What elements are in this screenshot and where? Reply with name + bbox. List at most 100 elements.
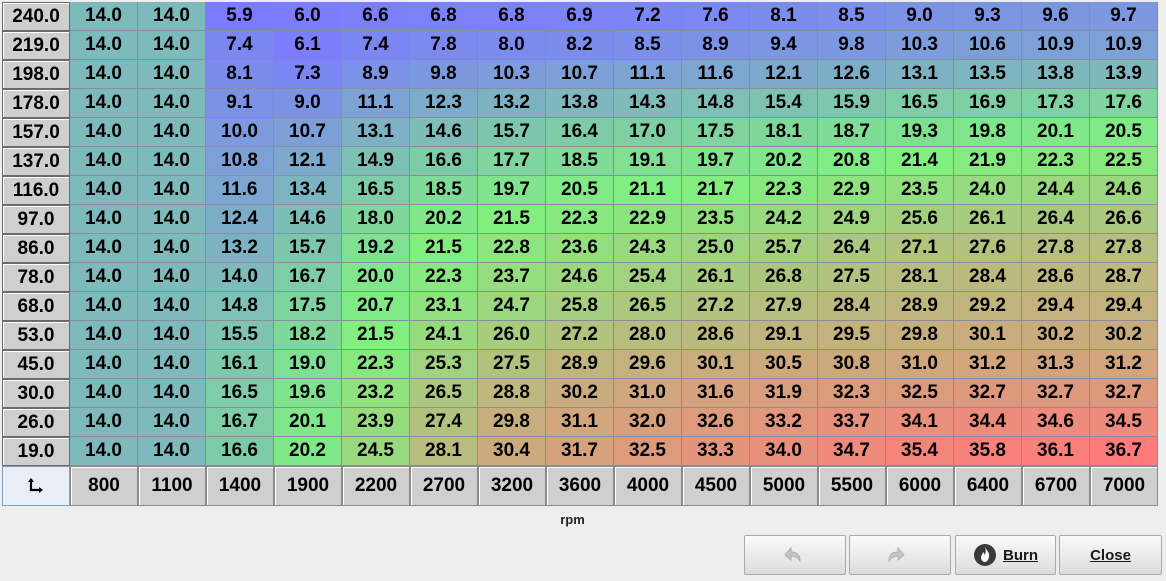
table-cell[interactable]: 31.6	[682, 379, 750, 408]
table-cell[interactable]: 13.1	[342, 118, 410, 147]
table-cell[interactable]: 32.7	[1022, 379, 1090, 408]
x-axis-header[interactable]: 3600	[546, 466, 614, 506]
table-cell[interactable]: 32.7	[1090, 379, 1158, 408]
table-cell[interactable]: 14.0	[70, 176, 138, 205]
y-axis-header[interactable]: 53.0	[2, 321, 70, 350]
table-cell[interactable]: 18.1	[750, 118, 818, 147]
table-cell[interactable]: 28.4	[954, 263, 1022, 292]
table-cell[interactable]: 29.2	[954, 292, 1022, 321]
table-cell[interactable]: 29.5	[818, 321, 886, 350]
table-cell[interactable]: 10.3	[886, 31, 954, 60]
table-cell[interactable]: 14.8	[682, 89, 750, 118]
table-cell[interactable]: 24.6	[1090, 176, 1158, 205]
table-cell[interactable]: 14.0	[70, 350, 138, 379]
table-cell[interactable]: 13.8	[1022, 60, 1090, 89]
table-cell[interactable]: 6.1	[274, 31, 342, 60]
table-cell[interactable]: 31.0	[614, 379, 682, 408]
table-cell[interactable]: 14.0	[70, 437, 138, 466]
table-cell[interactable]: 16.4	[546, 118, 614, 147]
table-cell[interactable]: 12.1	[274, 147, 342, 176]
y-axis-header[interactable]: 157.0	[2, 118, 70, 147]
table-cell[interactable]: 9.4	[750, 31, 818, 60]
table-cell[interactable]: 31.9	[750, 379, 818, 408]
table-cell[interactable]: 14.0	[70, 379, 138, 408]
table-cell[interactable]: 9.8	[818, 31, 886, 60]
table-cell[interactable]: 22.9	[818, 176, 886, 205]
table-cell[interactable]: 34.1	[886, 408, 954, 437]
table-cell[interactable]: 11.1	[342, 89, 410, 118]
table-cell[interactable]: 12.3	[410, 89, 478, 118]
table-cell[interactable]: 36.7	[1090, 437, 1158, 466]
x-axis-header[interactable]: 4000	[614, 466, 682, 506]
close-button[interactable]: Close	[1059, 535, 1162, 575]
table-cell[interactable]: 34.5	[1090, 408, 1158, 437]
table-cell[interactable]: 27.1	[886, 234, 954, 263]
undo-button[interactable]	[744, 535, 846, 575]
y-axis-header[interactable]: 19.0	[2, 437, 70, 466]
table-cell[interactable]: 27.2	[682, 292, 750, 321]
table-cell[interactable]: 18.5	[546, 147, 614, 176]
table-cell[interactable]: 14.0	[70, 205, 138, 234]
table-cell[interactable]: 28.1	[886, 263, 954, 292]
table-cell[interactable]: 32.0	[614, 408, 682, 437]
table-cell[interactable]: 10.6	[954, 31, 1022, 60]
x-axis-header[interactable]: 800	[70, 466, 138, 506]
table-cell[interactable]: 14.0	[70, 89, 138, 118]
table-cell[interactable]: 14.0	[138, 263, 206, 292]
table-cell[interactable]: 14.0	[138, 321, 206, 350]
table-cell[interactable]: 13.4	[274, 176, 342, 205]
table-cell[interactable]: 20.1	[274, 408, 342, 437]
table-cell[interactable]: 24.3	[614, 234, 682, 263]
table-cell[interactable]: 22.3	[410, 263, 478, 292]
table-cell[interactable]: 26.8	[750, 263, 818, 292]
table-cell[interactable]: 23.1	[410, 292, 478, 321]
table-cell[interactable]: 14.0	[206, 263, 274, 292]
y-axis-header[interactable]: 178.0	[2, 89, 70, 118]
table-cell[interactable]: 33.3	[682, 437, 750, 466]
x-axis-header[interactable]: 1900	[274, 466, 342, 506]
table-cell[interactable]: 24.7	[478, 292, 546, 321]
table-cell[interactable]: 15.4	[750, 89, 818, 118]
x-axis-header[interactable]: 5000	[750, 466, 818, 506]
table-cell[interactable]: 14.3	[614, 89, 682, 118]
table-cell[interactable]: 14.0	[70, 321, 138, 350]
table-cell[interactable]: 17.6	[1090, 89, 1158, 118]
y-axis-header[interactable]: 240.0	[2, 2, 70, 31]
table-cell[interactable]: 26.5	[614, 292, 682, 321]
table-cell[interactable]: 26.5	[410, 379, 478, 408]
table-cell[interactable]: 29.6	[614, 350, 682, 379]
table-cell[interactable]: 14.0	[138, 234, 206, 263]
table-cell[interactable]: 12.6	[818, 60, 886, 89]
table-cell[interactable]: 14.9	[342, 147, 410, 176]
table-cell[interactable]: 20.2	[410, 205, 478, 234]
y-axis-header[interactable]: 219.0	[2, 31, 70, 60]
table-cell[interactable]: 34.6	[1022, 408, 1090, 437]
table-cell[interactable]: 14.0	[70, 60, 138, 89]
table-cell[interactable]: 14.0	[70, 292, 138, 321]
table-cell[interactable]: 13.2	[478, 89, 546, 118]
table-cell[interactable]: 25.8	[546, 292, 614, 321]
table-cell[interactable]: 31.7	[546, 437, 614, 466]
table-cell[interactable]: 29.4	[1090, 292, 1158, 321]
table-cell[interactable]: 30.1	[682, 350, 750, 379]
table-cell[interactable]: 28.0	[614, 321, 682, 350]
table-cell[interactable]: 21.5	[478, 205, 546, 234]
table-cell[interactable]: 14.0	[138, 176, 206, 205]
corner-arrow-icon[interactable]	[2, 466, 70, 506]
table-cell[interactable]: 5.9	[206, 2, 274, 31]
table-cell[interactable]: 32.5	[614, 437, 682, 466]
table-cell[interactable]: 27.8	[1022, 234, 1090, 263]
y-axis-header[interactable]: 45.0	[2, 350, 70, 379]
table-cell[interactable]: 9.8	[410, 60, 478, 89]
table-cell[interactable]: 14.6	[274, 205, 342, 234]
table-cell[interactable]: 14.0	[70, 263, 138, 292]
table-cell[interactable]: 25.6	[886, 205, 954, 234]
table-cell[interactable]: 14.0	[70, 31, 138, 60]
table-cell[interactable]: 24.4	[1022, 176, 1090, 205]
table-cell[interactable]: 14.0	[138, 379, 206, 408]
table-cell[interactable]: 14.0	[138, 118, 206, 147]
table-cell[interactable]: 27.8	[1090, 234, 1158, 263]
table-cell[interactable]: 7.8	[410, 31, 478, 60]
table-cell[interactable]: 6.9	[546, 2, 614, 31]
table-cell[interactable]: 19.1	[614, 147, 682, 176]
